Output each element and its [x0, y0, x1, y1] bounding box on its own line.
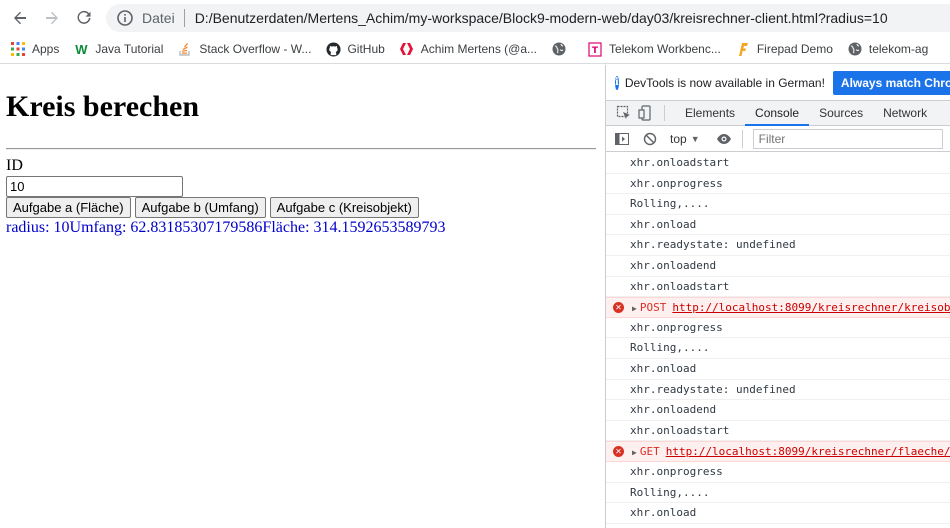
- bookmark-java-tutorial[interactable]: W Java Tutorial: [73, 41, 163, 57]
- console-log-row: xhr.onloadstart: [606, 277, 950, 298]
- bookmark-stack-overflow[interactable]: Stack Overflow - W...: [177, 41, 311, 57]
- bookmark-label: telekom-ag: [868, 42, 929, 56]
- aufgabe-c-button[interactable]: Aufgabe c (Kreisobjekt): [269, 197, 419, 218]
- github-icon: [325, 41, 341, 57]
- result-text: radius: 10Umfang: 62.83185307179586Fläch…: [6, 219, 446, 236]
- bookmark-label: Achim Mertens (@a...: [420, 42, 538, 56]
- tab-divider: [664, 105, 665, 121]
- id-input[interactable]: [6, 176, 183, 197]
- console-log-row: xhr.onload: [606, 215, 950, 236]
- console-error-row: ✕ ▶ GET http://localhost:8099/kreisrechner/…: [606, 441, 950, 462]
- console-filter-input[interactable]: [752, 128, 943, 149]
- tab-sources[interactable]: Sources: [809, 101, 873, 126]
- bookmark-label: Java Tutorial: [95, 42, 164, 56]
- request-url-link[interactable]: http://localhost:8099/kreisrechner/flaec…: [666, 445, 950, 458]
- button-row: Aufgabe a (Fläche) Aufgabe b (Umfang) Au…: [6, 197, 419, 218]
- eye-icon[interactable]: [716, 131, 732, 147]
- error-icon: ✕: [613, 446, 624, 458]
- clear-console-icon[interactable]: [642, 131, 658, 147]
- console-log-row: xhr.onload: [606, 359, 950, 380]
- telekom-icon: T: [587, 41, 603, 57]
- url-text[interactable]: D:/Benutzerdaten/Mertens_Achim/my-worksp…: [195, 10, 888, 26]
- error-icon: ✕: [613, 302, 624, 314]
- bookmarks-bar: Apps W Java Tutorial Stack Overflow - W.…: [0, 35, 950, 64]
- id-label: ID: [6, 157, 23, 174]
- page-title: Kreis berechen: [6, 90, 200, 123]
- request-method: POST: [639, 301, 667, 315]
- hive-icon: [399, 41, 415, 57]
- address-bar[interactable]: Datei D:/Benutzerdaten/Mertens_Achim/my-…: [106, 4, 950, 32]
- aufgabe-b-button[interactable]: Aufgabe b (Umfang): [134, 197, 266, 218]
- page-viewport: Kreis berechen ID Aufgabe a (Fläche) Auf…: [0, 65, 605, 528]
- console-output: xhr.onloadstart xhr.onprogress Rolling,...…: [606, 153, 950, 524]
- arrow-right-icon: [46, 11, 58, 24]
- bookmark-achim-mertens[interactable]: Achim Mertens (@a...: [399, 41, 537, 57]
- console-log-row: xhr.onprogress: [606, 174, 950, 195]
- devtools-panel: i DevTools is now available in German! A…: [605, 65, 950, 528]
- reload-button[interactable]: [68, 2, 100, 34]
- bookmark-globe[interactable]: [551, 41, 573, 57]
- arrow-left-icon: [14, 11, 26, 24]
- chevron-down-icon[interactable]: ▼: [691, 134, 700, 144]
- w-icon: W: [75, 41, 88, 57]
- bookmark-label: Telekom Workbenc...: [609, 42, 721, 56]
- forward-button[interactable]: [36, 2, 68, 34]
- bookmark-firepad-demo[interactable]: Firepad Demo: [735, 41, 833, 57]
- reload-icon: [77, 10, 91, 24]
- globe-icon: [847, 41, 863, 57]
- tab-elements[interactable]: Elements: [675, 101, 745, 126]
- console-log-row: xhr.readystate: undefined: [606, 235, 950, 256]
- device-toolbar-icon[interactable]: [638, 105, 654, 121]
- expand-triangle-icon[interactable]: ▶: [632, 304, 637, 313]
- console-log-row: xhr.onload: [606, 503, 950, 524]
- always-match-button[interactable]: Always match Chrom: [832, 70, 950, 95]
- console-log-row: xhr.onloadend: [606, 400, 950, 421]
- console-log-row: xhr.onloadstart: [606, 421, 950, 442]
- bookmark-label: GitHub: [347, 42, 385, 56]
- scheme-label: Datei: [142, 10, 175, 26]
- filter-divider: [741, 129, 743, 148]
- info-icon[interactable]: [116, 9, 134, 27]
- console-error-row: ✕ ▶ POST http://localhost:8099/kreisrechner…: [606, 297, 950, 318]
- inspect-element-icon[interactable]: [616, 105, 632, 121]
- console-log-row: xhr.onprogress: [606, 318, 950, 339]
- stackoverflow-icon: [177, 41, 193, 57]
- horizontal-rule: [6, 148, 596, 150]
- bookmark-label: Firepad Demo: [756, 42, 833, 56]
- console-log-row: Rolling,....: [606, 483, 950, 504]
- back-button[interactable]: [4, 2, 36, 34]
- aufgabe-a-button[interactable]: Aufgabe a (Fläche): [6, 197, 131, 218]
- console-log-row: Rolling,....: [606, 338, 950, 359]
- svg-text:T: T: [592, 46, 599, 56]
- devtools-language-banner: i DevTools is now available in German! A…: [606, 65, 950, 101]
- browser-toolbar: Datei D:/Benutzerdaten/Mertens_Achim/my-…: [0, 0, 950, 35]
- tab-console[interactable]: Console: [745, 100, 810, 126]
- expand-triangle-icon[interactable]: ▶: [632, 448, 637, 457]
- console-log-row: xhr.onloadstart: [606, 153, 950, 174]
- omnibox-divider: [183, 9, 185, 27]
- firepad-icon: [735, 41, 751, 57]
- globe-icon: [551, 41, 567, 57]
- bookmark-label: Stack Overflow - W...: [199, 42, 312, 56]
- bookmark-telekom-ag[interactable]: telekom-ag: [847, 41, 928, 57]
- apps-grid-icon: [10, 41, 26, 57]
- request-method: GET: [639, 445, 660, 459]
- console-log-row: Rolling,....: [606, 194, 950, 215]
- bookmark-github[interactable]: GitHub: [325, 41, 385, 57]
- bookmark-telekom-workbench[interactable]: T Telekom Workbenc...: [587, 41, 721, 57]
- sidebar-toggle-icon[interactable]: [614, 131, 630, 147]
- bookmark-apps[interactable]: Apps: [10, 41, 59, 57]
- console-log-row: xhr.onloadend: [606, 256, 950, 277]
- tab-network[interactable]: Network: [873, 101, 937, 126]
- request-url-link[interactable]: http://localhost:8099/kreisrechner/kreis…: [672, 301, 950, 314]
- banner-message: DevTools is now available in German!: [624, 75, 825, 90]
- bookmark-label: Apps: [32, 42, 60, 56]
- console-log-row: xhr.readystate: undefined: [606, 380, 950, 401]
- context-selector[interactable]: top: [670, 132, 687, 146]
- devtools-tabs: Elements Console Sources Network: [606, 100, 950, 126]
- console-toolbar: top ▼: [606, 126, 950, 152]
- console-log-row: xhr.onprogress: [606, 462, 950, 483]
- info-icon: i: [615, 75, 619, 90]
